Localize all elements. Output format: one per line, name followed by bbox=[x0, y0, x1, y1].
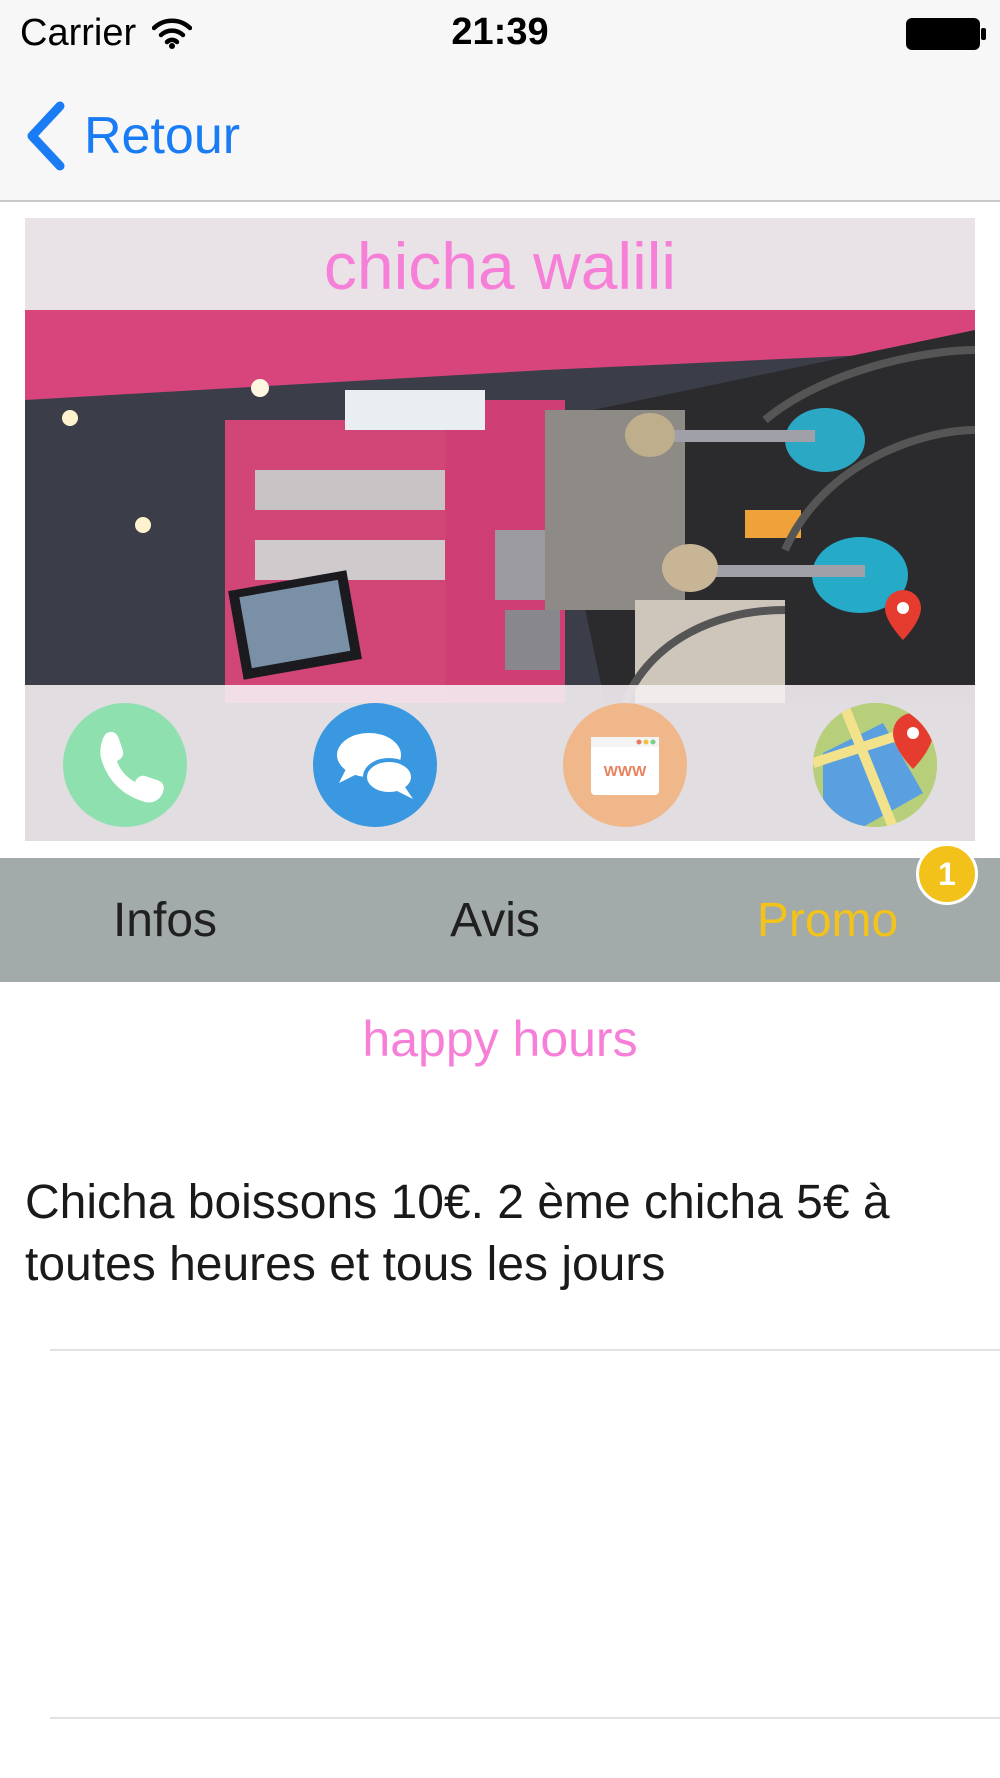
call-button[interactable] bbox=[63, 703, 187, 827]
chevron-left-icon bbox=[27, 101, 65, 171]
back-button[interactable]: Retour bbox=[22, 98, 240, 174]
promo-count-badge: 1 bbox=[916, 843, 978, 905]
browser-www-icon: WWW bbox=[591, 737, 659, 795]
phone-icon bbox=[100, 731, 164, 803]
status-bar: Carrier 21:39 bbox=[0, 0, 1000, 70]
tab-infos[interactable]: Infos bbox=[0, 858, 330, 982]
map-pin-icon bbox=[813, 703, 937, 827]
row-separator bbox=[50, 1349, 1000, 1351]
venue-photo bbox=[25, 310, 975, 703]
venue-hero: chicha walili WWW bbox=[25, 218, 975, 841]
message-button[interactable] bbox=[313, 703, 437, 827]
venue-title: chicha walili bbox=[323, 229, 677, 303]
row-separator bbox=[50, 1717, 1000, 1719]
website-button[interactable]: WWW bbox=[563, 703, 687, 827]
map-button[interactable] bbox=[813, 703, 937, 827]
tab-avis[interactable]: Avis bbox=[330, 858, 660, 982]
chat-bubbles-icon bbox=[337, 733, 415, 799]
navigation-bar: Retour bbox=[0, 70, 1000, 202]
promo-title: happy hours bbox=[362, 1011, 638, 1067]
battery-icon bbox=[906, 18, 986, 50]
www-text: WWW bbox=[604, 763, 647, 780]
back-label: Retour bbox=[84, 107, 241, 165]
action-bar: WWW bbox=[25, 685, 975, 841]
title-band: chicha walili bbox=[25, 218, 975, 310]
segment-tabs: Infos Avis Promo bbox=[0, 858, 1000, 982]
status-time: 21:39 bbox=[451, 11, 549, 53]
promo-description: Chicha boissons 10€. 2 ème chicha 5€ à t… bbox=[25, 1176, 890, 1291]
